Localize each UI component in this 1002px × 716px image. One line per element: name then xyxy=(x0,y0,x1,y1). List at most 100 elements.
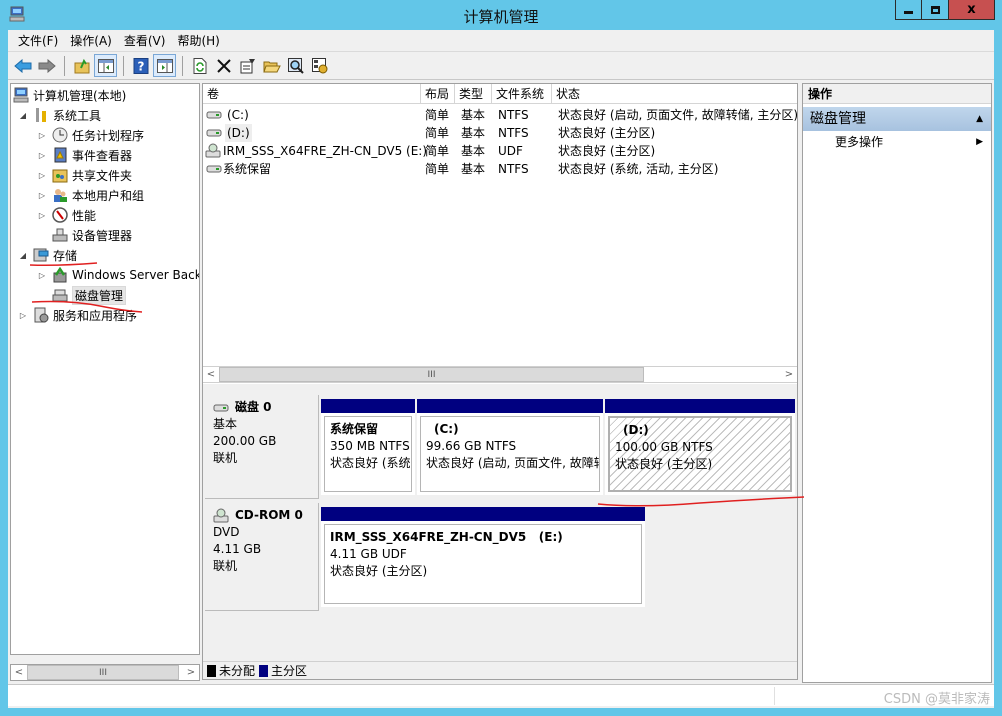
scroll-left-icon[interactable]: < xyxy=(203,367,219,382)
collapse-icon[interactable]: ◢ xyxy=(17,251,29,260)
column-header-status[interactable]: 状态 xyxy=(552,84,797,104)
help-button[interactable]: ? xyxy=(129,54,152,77)
volume-layout: 简单 xyxy=(425,126,450,140)
expand-icon[interactable]: ▷ xyxy=(17,311,29,320)
toolbar: ? xyxy=(8,52,994,80)
menu-help[interactable]: 帮助(H) xyxy=(171,31,225,51)
forward-button[interactable] xyxy=(35,54,58,77)
scrollbar-thumb[interactable]: III xyxy=(219,367,644,382)
disk-0-label[interactable]: 磁盘 0 基本 200.00 GB 联机 xyxy=(205,395,319,499)
volume-row[interactable]: IRM_SSS_X64FRE_ZH-CN_DV5 (E:) 简单 基本 UDF … xyxy=(203,142,797,160)
tree-item-local-users-groups[interactable]: ▷ 本地用户和组 xyxy=(36,185,144,205)
tree-label: 服务和应用程序 xyxy=(53,308,138,323)
delete-button[interactable] xyxy=(212,54,235,77)
services-icon xyxy=(33,307,49,323)
submenu-arrow-icon: ▶ xyxy=(976,137,983,147)
tools-icon xyxy=(33,107,49,123)
volume-name: (C:) xyxy=(227,108,249,122)
refresh-icon xyxy=(193,57,206,74)
properties-button[interactable] xyxy=(236,54,259,77)
tree-item-shared-folders[interactable]: ▷ 共享文件夹 xyxy=(36,165,132,185)
tree-item-device-manager[interactable]: 设备管理器 xyxy=(52,225,132,245)
disk-kind: DVD xyxy=(213,525,240,539)
partition-system-reserved[interactable]: 系统保留 350 MB NTFS 状态良好 (系统 xyxy=(321,399,415,495)
tree-horizontal-scrollbar[interactable]: < III > xyxy=(10,664,200,681)
volume-filesystem: UDF xyxy=(498,144,523,158)
tree-item-windows-server-backup[interactable]: ▷ Windows Server Back xyxy=(36,265,199,285)
minimize-button[interactable] xyxy=(895,0,922,20)
performance-icon xyxy=(52,207,68,223)
up-level-button[interactable] xyxy=(70,54,93,77)
expand-icon[interactable]: ▷ xyxy=(36,131,48,140)
toolbar-separator xyxy=(64,55,65,76)
column-header-volume[interactable]: 卷 xyxy=(203,84,421,104)
watermark-text: CSDN @莫非家涛 xyxy=(883,692,990,707)
disk-management-pane: 卷 布局 类型 文件系统 状态 (C:) 简单 基本 NTFS 状态良好 (启动… xyxy=(202,83,798,680)
scrollbar-thumb[interactable]: III xyxy=(27,665,179,680)
volume-row[interactable]: 系统保留 简单 基本 NTFS 状态良好 (系统, 活动, 主分区) xyxy=(203,160,797,178)
show-hide-tree-button[interactable] xyxy=(94,54,117,77)
tree-item-computer-management[interactable]: 计算机管理(本地) xyxy=(13,85,126,105)
action-more-actions[interactable]: 更多操作 ▶ xyxy=(803,131,991,153)
partition-body-selected: (D:) 100.00 GB NTFS 状态良好 (主分区) xyxy=(608,416,792,492)
back-button[interactable] xyxy=(11,54,34,77)
partition-e[interactable]: IRM_SSS_X64FRE_ZH-CN_DV5 (E:) 4.11 GB UD… xyxy=(321,507,645,607)
title-bar[interactable]: 计算机管理 x xyxy=(0,0,1002,30)
tree-item-disk-management[interactable]: 磁盘管理 xyxy=(52,285,127,305)
scroll-right-icon[interactable]: > xyxy=(781,367,797,382)
navigation-tree: 计算机管理(本地) ◢ 系统工具 ▷ 任务计划程序 ▷ 事件查看器 ▷ 共享文件… xyxy=(10,83,200,655)
menu-view[interactable]: 查看(V) xyxy=(118,31,172,51)
tree-item-task-scheduler[interactable]: ▷ 任务计划程序 xyxy=(36,125,144,145)
show-hide-action-pane-button[interactable] xyxy=(153,54,176,77)
partition-c[interactable]: (C:) 99.66 GB NTFS 状态良好 (启动, 页面文件, 故障转 xyxy=(417,399,603,495)
maximize-button[interactable] xyxy=(922,0,949,20)
volume-row[interactable]: (C:) 简单 基本 NTFS 状态良好 (启动, 页面文件, 故障转储, 主分… xyxy=(203,106,798,124)
volume-layout: 简单 xyxy=(425,108,450,122)
column-header-type[interactable]: 类型 xyxy=(455,84,492,104)
tree-label: 事件查看器 xyxy=(72,148,133,163)
legend-swatch-unallocated xyxy=(207,664,216,677)
partition-status: 状态良好 (主分区) xyxy=(615,457,713,471)
partition-size: 100.00 GB NTFS xyxy=(615,440,713,454)
column-header-layout[interactable]: 布局 xyxy=(421,84,455,104)
scroll-right-icon[interactable]: > xyxy=(183,665,199,680)
expand-icon[interactable]: ▷ xyxy=(36,191,48,200)
cd-drive-icon xyxy=(213,508,229,522)
tree-item-event-viewer[interactable]: ▷ 事件查看器 xyxy=(36,145,132,165)
volume-status: 状态良好 (主分区) xyxy=(558,144,656,158)
volume-list-horizontal-scrollbar[interactable]: < III > xyxy=(203,366,797,383)
collapse-icon[interactable]: ◢ xyxy=(17,111,29,120)
volume-name: IRM_SSS_X64FRE_ZH-CN_DV5 (E:) xyxy=(223,144,427,158)
open-button[interactable] xyxy=(260,54,283,77)
volume-row[interactable]: (D:) 简单 基本 NTFS 状态良好 (主分区) xyxy=(203,124,797,142)
settings-button[interactable] xyxy=(308,54,331,77)
partition-d[interactable]: (D:) 100.00 GB NTFS 状态良好 (主分区) xyxy=(605,399,795,495)
close-icon: x xyxy=(967,2,976,17)
column-header-filesystem[interactable]: 文件系统 xyxy=(492,84,552,104)
menu-action[interactable]: 操作(A) xyxy=(64,31,118,51)
action-label: 更多操作 xyxy=(835,135,884,149)
expand-icon[interactable]: ▷ xyxy=(36,151,48,160)
search-button[interactable] xyxy=(284,54,307,77)
back-arrow-icon xyxy=(13,58,31,73)
volume-filesystem: NTFS xyxy=(498,126,529,140)
expand-icon[interactable]: ▷ xyxy=(36,211,48,220)
collapse-up-icon[interactable]: ▲ xyxy=(976,107,983,131)
partition-legend: 未分配 主分区 xyxy=(203,661,797,679)
scroll-left-icon[interactable]: < xyxy=(11,665,27,680)
refresh-button[interactable] xyxy=(188,54,211,77)
close-button[interactable]: x xyxy=(949,0,995,20)
cdrom-0-label[interactable]: CD-ROM 0 DVD 4.11 GB 联机 xyxy=(205,503,319,611)
menu-file[interactable]: 文件(F) xyxy=(12,31,64,51)
expand-icon[interactable]: ▷ xyxy=(36,271,48,280)
actions-group-disk-management[interactable]: 磁盘管理 ▲ xyxy=(803,107,991,131)
tree-item-storage[interactable]: ◢ 存储 xyxy=(17,245,77,265)
volume-filesystem: NTFS xyxy=(498,108,529,122)
client-area: 文件(F) 操作(A) 查看(V) 帮助(H) ? 计算机管理(本地) ◢ 系统… xyxy=(8,30,994,708)
tree-item-performance[interactable]: ▷ 性能 xyxy=(36,205,96,225)
tree-label: 任务计划程序 xyxy=(72,128,145,143)
tree-item-system-tools[interactable]: ◢ 系统工具 xyxy=(17,105,101,125)
expand-icon[interactable]: ▷ xyxy=(36,171,48,180)
tree-item-services-applications[interactable]: ▷ 服务和应用程序 xyxy=(17,305,137,325)
disk-name: CD-ROM 0 xyxy=(235,508,303,522)
